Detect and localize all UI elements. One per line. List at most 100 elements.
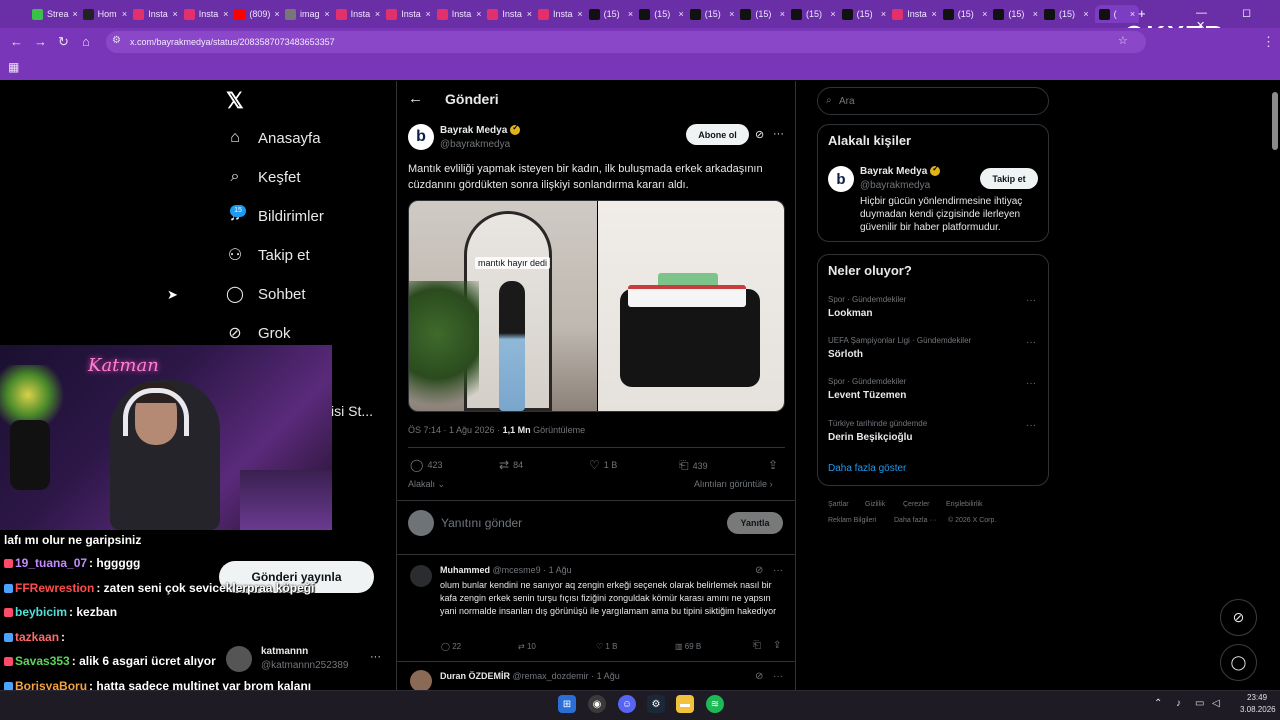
tab-close-icon[interactable]: × [274, 9, 279, 19]
spotify-icon[interactable]: ≋ [706, 695, 724, 713]
reply-views-stat[interactable]: ▥ 69 B [675, 642, 701, 651]
tab-close-icon[interactable]: × [729, 9, 734, 19]
reply-author-name[interactable]: Muhammed [440, 565, 490, 575]
tab-close-icon[interactable]: × [628, 9, 633, 19]
reply-author-avatar[interactable] [410, 565, 432, 587]
folder-icon[interactable]: ▬ [676, 695, 694, 713]
bookmark-icon[interactable]: ⎗ [753, 640, 761, 651]
reply-repost-stat[interactable]: ⇄ 10 [518, 642, 536, 651]
trend-more-icon[interactable]: ··· [1026, 378, 1036, 389]
browser-tab[interactable]: Insta × [538, 5, 583, 23]
browser-tab[interactable]: Insta × [487, 5, 532, 23]
nav-explore[interactable]: ⌕ Keşfet [226, 168, 301, 186]
browser-tab[interactable]: (15) × [740, 5, 785, 23]
reply-author-avatar[interactable] [410, 670, 432, 692]
author-name-text[interactable]: Bayrak Medya [440, 125, 507, 136]
search-placeholder[interactable]: Ara [839, 96, 855, 107]
sort-dropdown[interactable]: Alakalı ⌄ [408, 479, 445, 490]
author-handle[interactable]: @bayrakmedya [440, 139, 510, 150]
tab-close-icon[interactable]: × [830, 9, 835, 19]
tab-close-icon[interactable]: × [122, 9, 127, 19]
new-tab-button[interactable]: + [1138, 6, 1146, 21]
back-icon[interactable]: ← [10, 34, 23, 49]
footer-link[interactable]: Daha fazla ··· [894, 517, 936, 524]
account-more-icon[interactable]: ··· [370, 651, 381, 663]
nav-chat[interactable]: ◯ Sohbet [226, 285, 306, 304]
x-logo-icon[interactable]: 𝕏 [226, 88, 244, 114]
windows-start-icon[interactable]: ⊞ [558, 695, 576, 713]
reply-like-stat[interactable]: ♡ 1 B [596, 642, 617, 651]
quotes-label[interactable]: Alıntıları görüntüle [694, 479, 767, 489]
browser-tab[interactable]: (15) × [993, 5, 1038, 23]
share-stat[interactable]: ⇪ [768, 458, 778, 472]
clock-date[interactable]: 3.08.2026 [1240, 705, 1276, 714]
show-more-link[interactable]: Daha fazla göster [828, 463, 906, 474]
browser-tab[interactable]: (15) × [639, 5, 684, 23]
sort-label[interactable]: Alakalı [408, 479, 435, 489]
reply-input[interactable]: Yanıtını gönder [441, 516, 522, 530]
back-arrow-icon[interactable]: ← [408, 90, 423, 107]
nav-partial-item[interactable]: isi St... [331, 403, 373, 419]
nav-home[interactable]: ⌂ Anasayfa [226, 129, 320, 147]
trend-name[interactable]: Sörloth [828, 349, 863, 360]
media-image-right[interactable] [598, 201, 784, 411]
discord-icon[interactable]: ☺ [618, 695, 636, 713]
post-media[interactable]: mantık hayır dedi [408, 200, 785, 412]
subscribe-button[interactable]: Abone ol [686, 124, 749, 145]
messages-fab-icon[interactable]: ◯ [1220, 644, 1257, 681]
trend-name[interactable]: Derin Beşikçioğlu [828, 432, 912, 443]
share-icon[interactable]: ⇪ [773, 640, 781, 651]
forward-icon[interactable]: → [34, 34, 47, 49]
tab-close-icon[interactable]: × [324, 9, 329, 19]
browser-tab[interactable]: imag × [285, 5, 330, 23]
reply-reply-stat[interactable]: ◯ 22 [441, 642, 461, 651]
browser-tab[interactable]: Insta × [133, 5, 178, 23]
media-image-left[interactable]: mantık hayır dedi [409, 201, 597, 411]
browser-menu-icon[interactable]: ⋮ [1262, 34, 1275, 50]
browser-tab[interactable]: (15) × [791, 5, 836, 23]
account-avatar[interactable] [226, 646, 252, 672]
more-icon[interactable]: ··· [773, 565, 783, 576]
reply-author[interactable]: Muhammed @mcesme9 · 1 Ağu [440, 565, 572, 575]
footer-link[interactable]: Erişilebilirlik [946, 501, 983, 508]
more-icon[interactable]: ··· [773, 128, 784, 140]
tab-close-icon[interactable]: × [1130, 9, 1135, 19]
repost-stat[interactable]: ⇄ 84 [499, 458, 523, 472]
tab-close-icon[interactable]: × [577, 9, 582, 19]
reply-author[interactable]: Duran ÖZDEMİR @remax_dozdemir · 1 Ağu [440, 671, 620, 681]
tab-close-icon[interactable]: × [1033, 9, 1038, 19]
reply-stat[interactable]: ◯ 423 [410, 458, 442, 472]
tab-close-icon[interactable]: × [881, 9, 886, 19]
browser-tab[interactable]: Insta × [386, 5, 431, 23]
browser-tab[interactable]: Hom × [82, 5, 127, 23]
browser-tab[interactable]: (15) × [942, 5, 987, 23]
like-stat[interactable]: ♡ 1 B [589, 458, 617, 472]
related-name-text[interactable]: Bayrak Medya [860, 166, 927, 177]
scrollbar-track[interactable] [1270, 81, 1280, 691]
trend-more-icon[interactable]: ··· [1026, 295, 1036, 306]
star-icon[interactable]: ☆ [1118, 34, 1128, 47]
tab-close-icon[interactable]: × [527, 9, 532, 19]
author-name[interactable]: Bayrak Medya [440, 123, 521, 136]
tray-chevron-icon[interactable]: ⌃ [1154, 698, 1162, 709]
tab-close-icon[interactable]: × [780, 9, 785, 19]
grok-fab-icon[interactable]: ⊘ [1220, 599, 1257, 636]
browser-tab[interactable]: Strea × [32, 5, 77, 23]
trend-more-icon[interactable]: ··· [1026, 420, 1036, 431]
trend-more-icon[interactable]: ··· [1026, 337, 1036, 348]
home-browser-icon[interactable]: ⌂ [82, 34, 90, 49]
steam-icon[interactable]: ⚙ [647, 695, 665, 713]
grok-icon[interactable]: ⊘ [755, 565, 763, 576]
grok-icon[interactable]: ⊘ [755, 671, 763, 682]
reply-author-name[interactable]: Duran ÖZDEMİR [440, 671, 510, 681]
bookmark-stat[interactable]: ⎗ 439 [679, 458, 708, 473]
tab-close-icon[interactable]: × [375, 9, 380, 19]
footer-link[interactable]: Şartlar [828, 501, 849, 508]
chrome-icon[interactable]: ◉ [588, 695, 606, 713]
related-avatar[interactable]: b [828, 166, 854, 192]
tab-close-icon[interactable]: × [426, 9, 431, 19]
tab-close-icon[interactable]: × [73, 9, 77, 19]
related-name[interactable]: Bayrak Medya [860, 164, 941, 177]
tab-close-icon[interactable]: × [223, 9, 228, 19]
tab-close-icon[interactable]: × [932, 9, 937, 19]
